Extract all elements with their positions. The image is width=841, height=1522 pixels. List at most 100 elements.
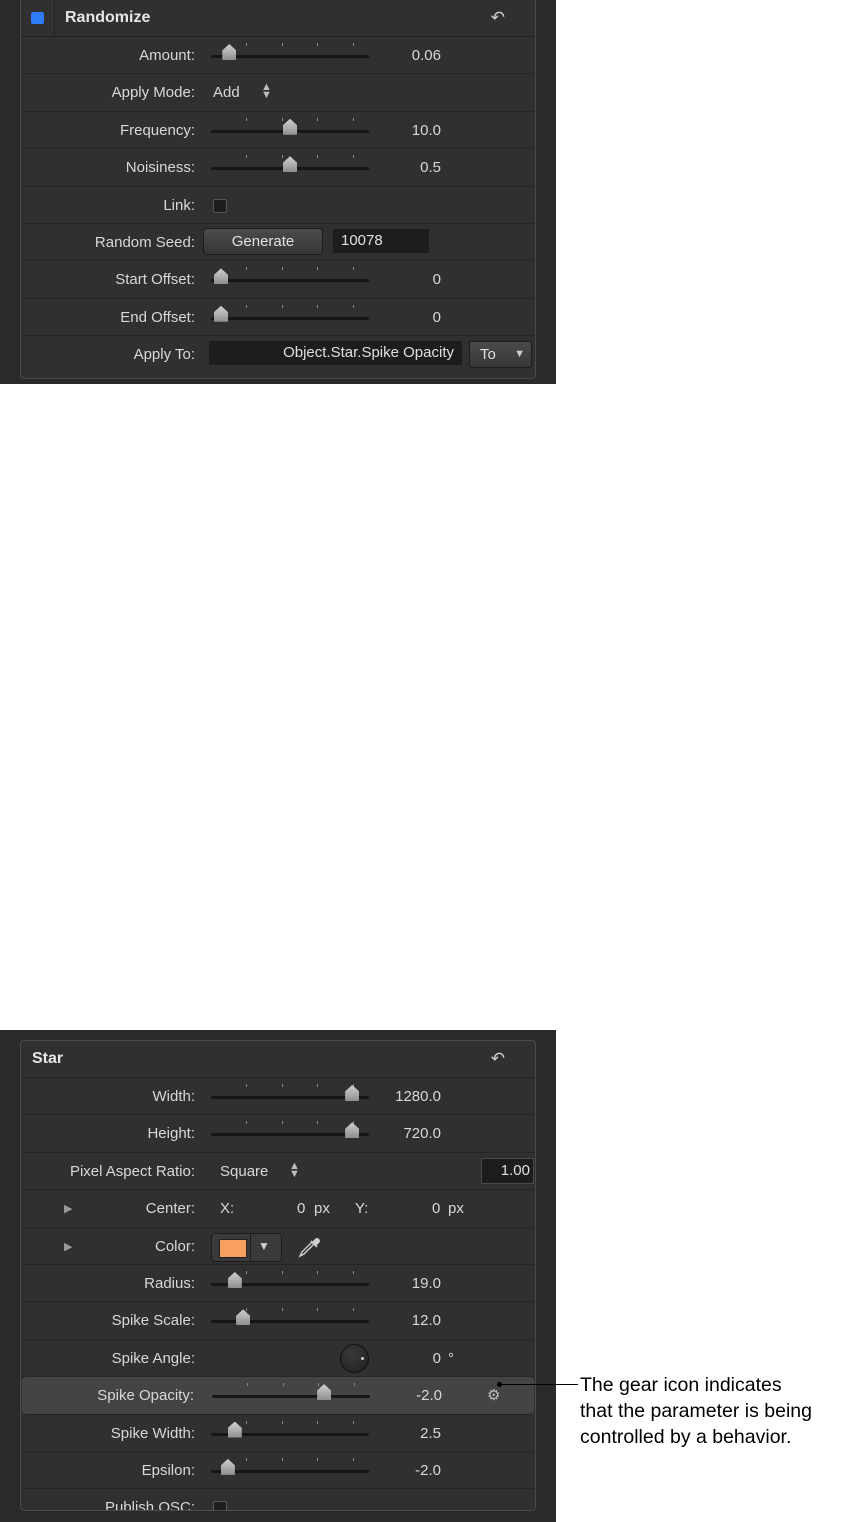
slider-knob[interactable]: [317, 1384, 332, 1401]
disclosure-triangle-icon[interactable]: ▶: [64, 1202, 72, 1215]
link-row: Link:: [21, 187, 535, 224]
epsilon-row: Epsilon: -2.0: [21, 1452, 535, 1490]
spike-scale-slider[interactable]: [211, 1308, 369, 1326]
end-offset-slider[interactable]: [211, 304, 369, 322]
link-checkbox[interactable]: [213, 198, 227, 213]
random-seed-label: Random Seed:: [94, 233, 195, 251]
slider-knob[interactable]: [227, 1421, 242, 1438]
end-offset-value[interactable]: 0: [361, 309, 441, 326]
frequency-value[interactable]: 10.0: [361, 122, 441, 139]
publish-osc-checkbox[interactable]: [213, 1501, 227, 1510]
dropdown-arrow-icon[interactable]: ▼: [258, 1239, 270, 1253]
start-offset-slider[interactable]: [211, 267, 369, 285]
randomize-enable-checkbox[interactable]: [31, 12, 44, 24]
disclosure-triangle-icon[interactable]: ▶: [64, 1240, 72, 1253]
updown-arrows-icon[interactable]: ▲ ▼: [261, 82, 272, 101]
height-slider[interactable]: [211, 1121, 369, 1139]
slider-tick: [245, 304, 247, 308]
slider-tick: [316, 117, 318, 121]
noisiness-slider[interactable]: [211, 155, 369, 173]
star-header: Star ↶: [21, 1041, 535, 1078]
slider-knob[interactable]: [345, 1122, 360, 1139]
apply-to-dropdown[interactable]: To ▼: [469, 341, 532, 369]
star-frame: Star ↶ Width: 1280.0 Height: 720.0 Pixel…: [20, 1040, 536, 1511]
noisiness-value[interactable]: 0.5: [361, 159, 441, 176]
amount-label: Amount:: [139, 47, 195, 64]
reset-icon[interactable]: ↶: [491, 8, 505, 28]
slider-knob[interactable]: [236, 1309, 251, 1326]
amount-value[interactable]: 0.06: [361, 47, 441, 64]
slider-knob[interactable]: [214, 268, 228, 285]
apply-mode-popup[interactable]: Add: [213, 84, 240, 101]
width-value[interactable]: 1280.0: [361, 1088, 441, 1105]
link-label: Link:: [163, 196, 195, 214]
width-label: Width:: [152, 1088, 195, 1105]
header-divider: [54, 0, 55, 36]
slider-knob[interactable]: [214, 305, 228, 322]
spike-angle-label: Spike Angle:: [111, 1349, 195, 1367]
end-offset-label: End Offset:: [120, 308, 195, 326]
spike-width-slider[interactable]: [211, 1420, 369, 1438]
center-y-label: Y:: [355, 1200, 369, 1218]
pixel-aspect-ratio-popup[interactable]: Square: [220, 1163, 268, 1180]
publish-osc-row: Publish OSC:: [21, 1489, 535, 1511]
slider-tick: [316, 1308, 318, 1312]
frequency-slider[interactable]: [211, 117, 369, 135]
height-value[interactable]: 720.0: [361, 1125, 441, 1142]
spike-scale-value[interactable]: 12.0: [361, 1312, 441, 1329]
slider-tick: [282, 1308, 284, 1312]
slider-tick: [282, 43, 284, 46]
spike-width-value[interactable]: 2.5: [361, 1425, 441, 1442]
start-offset-value[interactable]: 0: [361, 271, 441, 288]
slider-knob[interactable]: [283, 156, 297, 173]
generate-button[interactable]: Generate: [203, 227, 323, 255]
slider-knob[interactable]: [283, 118, 297, 135]
spike-width-row: Spike Width: 2.5: [21, 1415, 535, 1452]
randomize-header: Randomize ↶: [21, 0, 535, 37]
callout-line: [500, 1384, 578, 1385]
reset-icon[interactable]: ↶: [491, 1049, 505, 1069]
slider-tick: [283, 1383, 285, 1387]
eyedropper-icon[interactable]: [296, 1234, 322, 1260]
radius-value[interactable]: 19.0: [361, 1275, 441, 1292]
radius-slider[interactable]: [211, 1270, 369, 1288]
spike-scale-label: Spike Scale:: [111, 1312, 195, 1330]
slider-tick: [353, 304, 355, 308]
spike-opacity-value[interactable]: -2.0: [362, 1387, 442, 1404]
center-y-value[interactable]: 0: [432, 1200, 440, 1217]
slider-tick: [316, 43, 318, 46]
start-offset-row: Start Offset: 0: [21, 261, 535, 299]
updown-arrows-icon[interactable]: ▲ ▼: [289, 1160, 300, 1179]
slider-tick: [282, 267, 284, 271]
publish-osc-label: Publish OSC:: [104, 1499, 195, 1511]
slider-knob[interactable]: [345, 1085, 360, 1101]
slider-tick: [316, 155, 318, 159]
apply-to-field[interactable]: Object.Star.Spike Opacity: [209, 341, 462, 366]
epsilon-value[interactable]: -2.0: [361, 1462, 441, 1479]
epsilon-slider[interactable]: [211, 1457, 369, 1475]
color-label: Color:: [154, 1237, 195, 1255]
star-title: Star: [32, 1050, 64, 1067]
amount-row: Amount: 0.06: [21, 37, 535, 75]
pixel-aspect-ratio-field[interactable]: 1.00: [481, 1157, 534, 1184]
slider-knob[interactable]: [227, 1271, 242, 1288]
random-seed-field[interactable]: 10078: [333, 228, 429, 253]
spike-angle-row: Spike Angle: 0 °: [21, 1340, 535, 1378]
slider-tick: [316, 267, 318, 271]
frequency-label: Frequency:: [119, 121, 195, 139]
slider-knob[interactable]: [220, 1458, 235, 1475]
color-well[interactable]: ▼: [211, 1232, 282, 1262]
width-slider[interactable]: [211, 1084, 369, 1101]
slider-tick: [282, 1420, 284, 1424]
center-x-value[interactable]: 0: [297, 1200, 305, 1217]
slider-knob[interactable]: [222, 44, 237, 60]
slider-tick: [245, 155, 247, 159]
start-offset-label: Start Offset:: [115, 271, 195, 289]
spike-opacity-slider[interactable]: [212, 1383, 370, 1401]
apply-mode-label: Apply Mode:: [111, 84, 195, 102]
height-label: Height:: [147, 1125, 195, 1143]
center-row: ▶ Center: X: 0 px Y: 0 px: [21, 1190, 535, 1228]
spike-angle-value[interactable]: 0: [361, 1350, 441, 1367]
amount-slider[interactable]: [211, 43, 369, 60]
gear-icon[interactable]: ⚙: [487, 1386, 500, 1404]
